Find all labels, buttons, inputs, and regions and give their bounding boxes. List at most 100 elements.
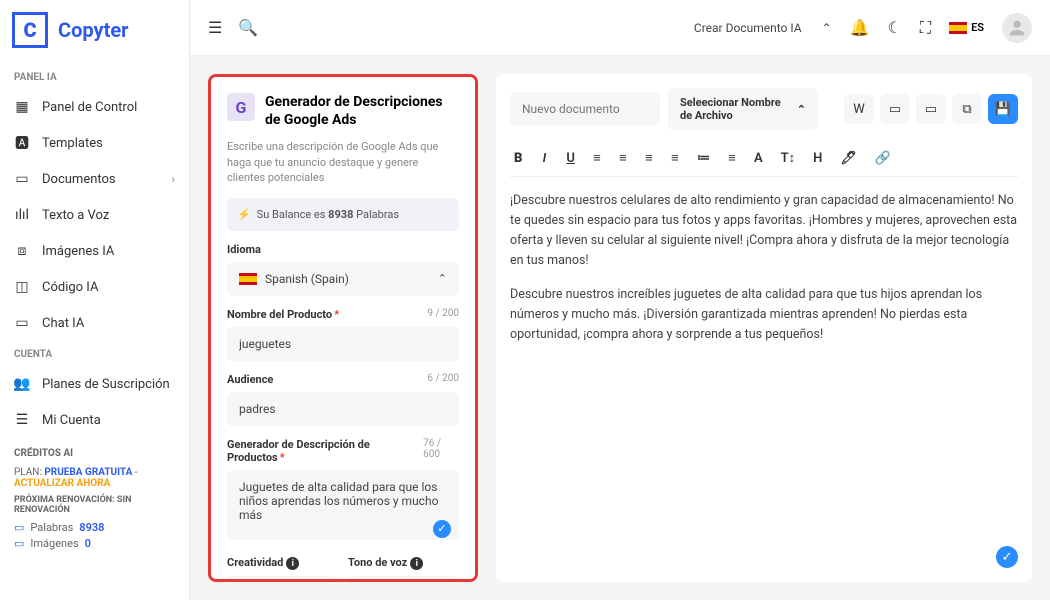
subscription-icon: 👥 [14,376,30,392]
nav-chat[interactable]: ▭Chat IA [0,305,189,341]
form-title: Generador de Descripciones de Google Ads [265,93,459,129]
document-name-input[interactable] [510,92,660,126]
heading-button[interactable]: H [809,149,826,168]
logo-text: Copyter [58,18,128,42]
chat-icon: ▭ [14,315,30,331]
paragraph: ¡Descubre nuestros celulares de alto ren… [510,191,1018,271]
nav-label: Código IA [42,280,98,295]
floating-check-button[interactable]: ✓ [996,546,1018,568]
nav-planes[interactable]: 👥 Planes de Suscripción [0,366,189,402]
templates-icon: 🅰 [14,135,30,151]
dashboard-icon: ▦ [14,99,30,115]
search-icon[interactable]: 🔍 [238,18,258,37]
save-button[interactable]: 💾 [988,94,1018,124]
editor-toolbar: B I U ≡ ≡ ≡ ≡ ≔ ≡ A T↕ H 🖊 🔗 [510,140,1018,177]
plan-line: PLAN: PRUEBA GRATUITA - ACTUALIZAR AHORA [14,467,175,489]
balance-box: ⚡ Su Balance es 8938 Palabras [227,198,459,231]
moon-icon[interactable]: ☾ [888,18,902,37]
generator-form-panel: G Generador de Descripciones de Google A… [208,74,478,582]
credits-block: CRÉDITOS AI PLAN: PRUEBA GRATUITA - ACTU… [0,438,189,563]
product-count: 9 / 200 [427,308,459,321]
nav-label: Panel de Control [42,100,137,115]
chevron-right-icon: › [171,172,175,186]
nav-label: Imágenes IA [42,244,114,259]
audience-count: 6 / 200 [427,373,459,386]
link-button[interactable]: 🔗 [871,149,895,168]
chevron-up-icon: ⌃ [797,103,806,116]
font-button[interactable]: A [750,149,767,168]
underline-button[interactable]: U [562,149,579,168]
nav-panel-control[interactable]: ▦ Panel de Control [0,89,189,125]
fullscreen-icon[interactable]: ⛶ [920,18,931,38]
chevron-up-icon: ⌃ [438,272,447,285]
export-pdf-button[interactable]: ▭ [880,94,910,124]
credit-images: ▭Imágenes0 [14,537,175,550]
chat-icon: ▭ [14,521,24,534]
create-doc-dropdown[interactable]: Crear Documento IA⌃ [694,21,832,35]
image-icon: ▭ [14,537,24,550]
description-gen-label: Generador de Descripción de Productos*76… [227,438,459,464]
images-icon: ⧈ [14,243,30,259]
sidebar: C Copyter PANEL IA ▦ Panel de Control 🅰Te… [0,0,190,600]
bell-icon[interactable]: 🔔 [850,18,870,37]
info-icon[interactable]: i [410,557,423,570]
section-panel-ia: PANEL IA [0,64,189,89]
creativity-select[interactable]: Media [227,576,338,582]
nav-templates[interactable]: 🅰Templates [0,125,189,161]
list-ordered-button[interactable]: ≔ [693,149,714,168]
language-select[interactable]: Spanish (Spain) ⌃ [227,262,459,296]
editor-header: Seleecionar Nombre de Archivo⌃ W ▭ ▭ ⧉ 💾 [510,88,1018,130]
flag-es-icon [949,22,967,34]
nav-imagenes[interactable]: ⧈ Imágenes IA [0,233,189,269]
editor-panel: Seleecionar Nombre de Archivo⌃ W ▭ ▭ ⧉ 💾… [496,74,1032,582]
audience-input[interactable] [227,392,459,426]
align-left-button[interactable]: ≡ [589,148,605,168]
google-ads-icon: G [227,93,255,121]
audio-icon: ılıl [14,207,30,223]
nav-codigo[interactable]: ◫ Código IA [0,269,189,305]
nav-label: Mi Cuenta [42,413,101,428]
language-switcher[interactable]: ES [949,21,984,34]
filename-select[interactable]: Seleecionar Nombre de Archivo⌃ [668,88,818,130]
nav-label: Planes de Suscripción [42,377,170,392]
audience-label: Audience6 / 200 [227,373,459,386]
credit-words: ▭Palabras8938 [14,521,175,534]
paragraph: Descubre nuestros increíbles juguetes de… [510,285,1018,345]
font-size-button[interactable]: T↕ [777,148,800,168]
nav-texto-voz[interactable]: ılılTexto a Voz [0,197,189,233]
logo-mark: C [12,12,48,48]
info-icon[interactable]: i [286,557,299,570]
creativity-label: Creatividadi [227,556,338,571]
list-unordered-button[interactable]: ≡ [724,148,740,168]
plan-name[interactable]: PRUEBA GRATUITA [44,467,132,478]
code-icon: ◫ [14,279,30,295]
align-justify-button[interactable]: ≡ [667,148,683,168]
nav-documentos[interactable]: ▭Documentos› [0,161,189,197]
export-txt-button[interactable]: ▭ [916,94,946,124]
align-center-button[interactable]: ≡ [615,148,631,168]
account-icon: ☰ [14,412,30,428]
copy-button[interactable]: ⧉ [952,94,982,124]
avatar[interactable] [1002,13,1032,43]
form-description: Escribe una descripción de Google Ads qu… [227,139,459,185]
align-right-button[interactable]: ≡ [641,148,657,168]
credits-title: CRÉDITOS AI [14,448,175,459]
nav-mi-cuenta[interactable]: ☰ Mi Cuenta [0,402,189,438]
italic-button[interactable]: I [536,149,552,168]
language-label: Idioma [227,243,459,256]
bolt-icon: ⚡ [237,208,251,221]
editor-content[interactable]: ¡Descubre nuestros celulares de alto ren… [510,191,1018,568]
logo[interactable]: C Copyter [0,12,189,64]
menu-icon[interactable]: ☰ [208,18,222,37]
gen-count: 76 / 600 [423,438,459,464]
bold-button[interactable]: B [510,149,526,168]
brush-button[interactable]: 🖊 [836,149,861,168]
section-cuenta: CUENTA [0,341,189,366]
tone-select[interactable]: Casual [348,576,459,582]
chevron-up-icon: ⌃ [822,21,832,35]
documents-icon: ▭ [14,171,30,187]
plan-upgrade-link[interactable]: ACTUALIZAR AHORA [14,478,110,489]
description-textarea[interactable] [227,470,459,540]
product-input[interactable] [227,327,459,361]
export-word-button[interactable]: W [844,94,874,124]
